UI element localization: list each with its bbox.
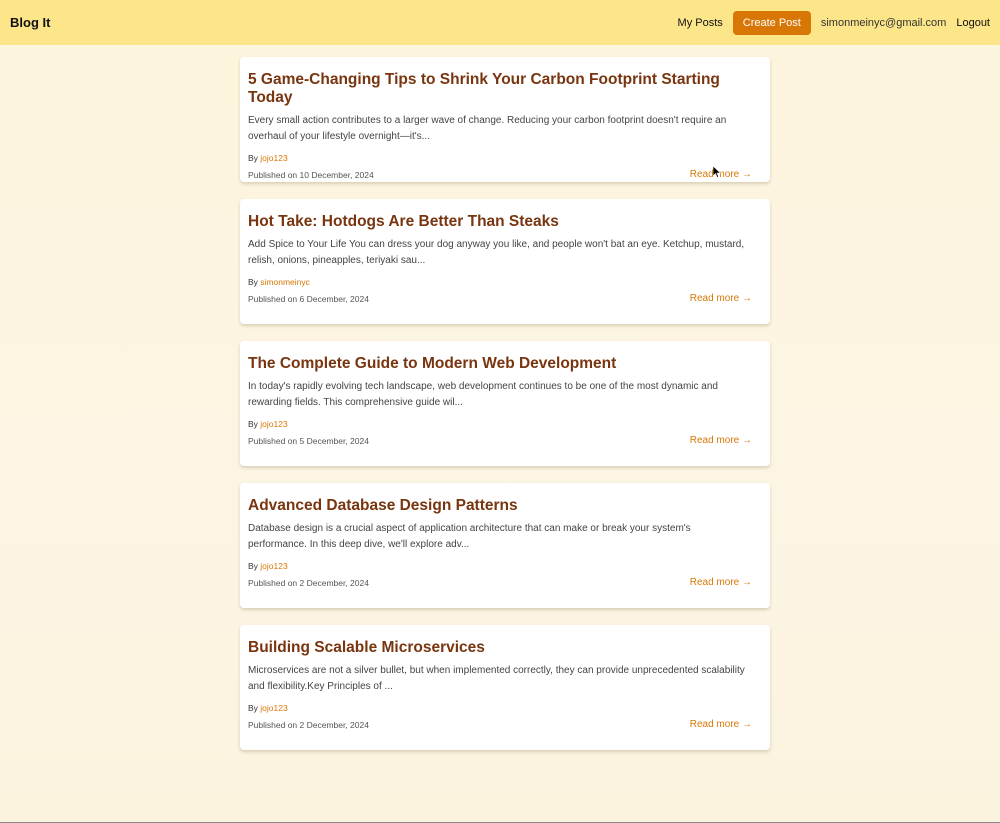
by-label: By [248,561,258,571]
post-card: Building Scalable Microservices Microser… [240,625,770,750]
brand-logo[interactable]: Blog It [10,15,50,30]
author-link[interactable]: jojo123 [260,153,287,163]
post-footer: Published on 10 December, 2024 Read more… [248,169,752,180]
author-link[interactable]: jojo123 [260,561,287,571]
post-title[interactable]: Building Scalable Microservices [248,639,752,657]
read-more-link[interactable]: Read more → [690,577,752,588]
post-title[interactable]: 5 Game-Changing Tips to Shrink Your Carb… [248,71,752,107]
post-excerpt: Database design is a crucial aspect of a… [248,523,691,550]
post-footer: Published on 6 December, 2024 Read more … [248,293,752,304]
author-link[interactable]: simonmeinyc [260,277,310,287]
post-footer: Published on 2 December, 2024 Read more … [248,577,752,588]
post-footer: Published on 5 December, 2024 Read more … [248,435,752,446]
post-card: Advanced Database Design Patterns Databa… [240,483,770,608]
read-more-link[interactable]: Read more → [690,293,752,304]
page: Blog It My Posts Create Post simonmeinyc… [0,0,1000,823]
published-date: Published on 10 December, 2024 [248,169,374,180]
post-title[interactable]: The Complete Guide to Modern Web Develop… [248,355,752,373]
my-posts-link[interactable]: My Posts [678,17,723,29]
post-excerpt: Microservices are not a silver bullet, b… [248,665,745,692]
post-title[interactable]: Advanced Database Design Patterns [248,497,752,515]
post-footer: Published on 2 December, 2024 Read more … [248,719,752,730]
by-label: By [248,277,258,287]
post-excerpt: Every small action contributes to a larg… [248,115,727,142]
post-card: Hot Take: Hotdogs Are Better Than Steaks… [240,199,770,324]
post-card: 5 Game-Changing Tips to Shrink Your Carb… [240,57,770,182]
published-date: Published on 5 December, 2024 [248,435,369,446]
user-email: simonmeinyc@gmail.com [820,16,947,29]
post-title[interactable]: Hot Take: Hotdogs Are Better Than Steaks [248,213,752,231]
post-author: By jojo123 [248,153,752,163]
post-author: By jojo123 [248,419,752,429]
post-author: By jojo123 [248,561,752,571]
post-excerpt: In today's rapidly evolving tech landsca… [248,381,718,408]
author-link[interactable]: jojo123 [260,419,287,429]
by-label: By [248,419,258,429]
published-date: Published on 6 December, 2024 [248,293,369,304]
post-author: By jojo123 [248,703,752,713]
by-label: By [248,703,258,713]
read-more-link[interactable]: Read more → [690,435,752,446]
author-link[interactable]: jojo123 [260,703,287,713]
post-card: The Complete Guide to Modern Web Develop… [240,341,770,466]
post-excerpt: Add Spice to Your Life You can dress you… [248,239,745,266]
by-label: By [248,153,258,163]
nav-actions: My Posts Create Post simonmeinyc@gmail.c… [668,10,990,35]
post-list: 5 Game-Changing Tips to Shrink Your Carb… [240,57,770,767]
create-post-button[interactable]: Create Post [732,10,811,35]
mouse-cursor-icon [713,166,721,178]
logout-link[interactable]: Logout [956,17,990,29]
navbar: Blog It My Posts Create Post simonmeinyc… [0,0,1000,45]
post-author: By simonmeinyc [248,277,752,287]
published-date: Published on 2 December, 2024 [248,719,369,730]
published-date: Published on 2 December, 2024 [248,577,369,588]
read-more-link[interactable]: Read more → [690,719,752,730]
